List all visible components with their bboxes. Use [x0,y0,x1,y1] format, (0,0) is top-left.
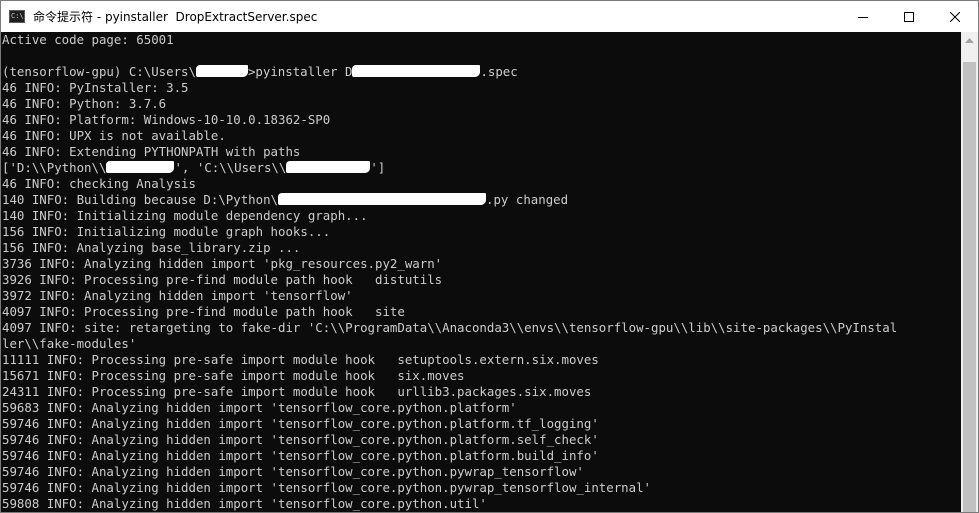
window-title: 命令提示符 - pyinstaller DropExtractServer.sp… [33,10,318,24]
cmd-icon[interactable] [9,10,25,23]
console-line: 59746 INFO: Analyzing hidden import 'ten… [2,416,963,432]
console-text: 15671 INFO: Processing pre-safe import m… [2,368,465,383]
console-text: 3972 INFO: Analyzing hidden import 'tens… [2,288,353,303]
console-text: 11111 INFO: Processing pre-safe import m… [2,352,599,367]
console-text: 156 INFO: Initializing module graph hook… [2,224,331,239]
console-line: 4097 INFO: site: retargeting to fake-dir… [2,320,963,336]
console-line: 59746 INFO: Analyzing hidden import 'ten… [2,432,963,448]
console-line: 15671 INFO: Processing pre-safe import m… [2,368,963,384]
console-output[interactable]: Active code page: 65001 (tensorflow-gpu) … [1,32,963,512]
console-text: 59746 INFO: Analyzing hidden import 'ten… [2,480,652,495]
scrollbar-thumb[interactable] [963,62,976,512]
command-prompt-window: 命令提示符 - pyinstaller DropExtractServer.sp… [0,0,979,513]
console-text: 24311 INFO: Processing pre-safe import m… [2,384,592,399]
console-line: ['D:\\Python\\ ', 'C:\\Users\\ '] [2,160,963,176]
console-line: 156 INFO: Initializing module graph hook… [2,224,963,240]
console-text: 3926 INFO: Processing pre-find module pa… [2,272,443,287]
console-text: Active code page: 65001 [2,32,174,47]
maximize-icon [904,11,914,22]
redaction-mark [106,161,175,173]
console-line: 140 INFO: Initializing module dependency… [2,208,963,224]
redaction-mark [352,65,481,77]
console-line: 59683 INFO: Analyzing hidden import 'ten… [2,400,963,416]
console-text: 46 INFO: Python: 3.7.6 [2,96,167,111]
console-text: (tensorflow-gpu) C:\Users\ [2,64,196,79]
console-line: 46 INFO: Extending PYTHONPATH with paths [2,144,963,160]
console-lines: Active code page: 65001 (tensorflow-gpu) … [1,32,963,512]
console-line: 3736 INFO: Analyzing hidden import 'pkg_… [2,256,963,272]
console-text: 3736 INFO: Analyzing hidden import 'pkg_… [2,256,443,271]
console-text: 46 INFO: UPX is not available. [2,128,226,143]
console-line: 3972 INFO: Analyzing hidden import 'tens… [2,288,963,304]
console-line: 46 INFO: UPX is not available. [2,128,963,144]
minimize-icon [858,16,868,18]
console-line: 4097 INFO: Processing pre-find module pa… [2,304,963,320]
scroll-up-arrow-icon [965,38,974,43]
scroll-up-button[interactable] [961,32,978,49]
console-text: .spec [480,64,518,79]
console-line: 59746 INFO: Analyzing hidden import 'ten… [2,448,963,464]
console-line: 46 INFO: Python: 3.7.6 [2,96,963,112]
console-text: 140 INFO: Initializing module dependency… [2,208,368,223]
console-text: 46 INFO: checking Analysis [2,176,196,191]
console-line: ler\\fake-modules' [2,336,963,352]
console-text: ', 'C:\\Users\\ [174,160,287,175]
console-line: 59808 INFO: Analyzing hidden import 'ten… [2,496,963,512]
console-line: Active code page: 65001 [2,32,963,48]
console-line: 11111 INFO: Processing pre-safe import m… [2,352,963,368]
console-text: 46 INFO: Platform: Windows-10-10.0.18362… [2,112,331,127]
console-text: 4097 INFO: Processing pre-find module pa… [2,304,405,319]
console-line: (tensorflow-gpu) C:\Users\ >pyinstaller D… [2,64,963,80]
console-text: 59746 INFO: Analyzing hidden import 'ten… [2,416,599,431]
console-text: 59746 INFO: Analyzing hidden import 'ten… [2,432,599,447]
console-line: 46 INFO: checking Analysis [2,176,963,192]
console-text: 4097 INFO: site: retargeting to fake-dir… [2,320,898,335]
console-text: .py changed [486,192,569,207]
console-line: 59746 INFO: Analyzing hidden import 'ten… [2,480,963,496]
console-text: 156 INFO: Analyzing base_library.zip ... [2,240,301,255]
redaction-mark [278,193,487,205]
console-line: 3926 INFO: Processing pre-find module pa… [2,272,963,288]
console-line: 59746 INFO: Analyzing hidden import 'ten… [2,464,963,480]
redaction-mark [286,161,371,173]
console-text: 46 INFO: PyInstaller: 3.5 [2,80,189,95]
close-icon [950,11,960,22]
vertical-scrollbar[interactable] [961,32,978,512]
console-text: 59746 INFO: Analyzing hidden import 'ten… [2,448,599,463]
title-bar[interactable]: 命令提示符 - pyinstaller DropExtractServer.sp… [1,1,978,32]
console-text: 59683 INFO: Analyzing hidden import 'ten… [2,400,517,415]
close-button[interactable] [932,1,978,32]
console-line: 46 INFO: PyInstaller: 3.5 [2,80,963,96]
window-controls [840,1,978,32]
console-text: >pyinstaller D [247,64,353,79]
console-line: 46 INFO: Platform: Windows-10-10.0.18362… [2,112,963,128]
console-text: ['D:\\Python\\ [2,160,107,175]
console-text: 140 INFO: Building because D:\Python\ [2,192,279,207]
console-text: ler\\fake-modules' [2,336,137,351]
redaction-mark [195,65,248,77]
maximize-button[interactable] [886,1,932,32]
console-line: 156 INFO: Analyzing base_library.zip ... [2,240,963,256]
minimize-button[interactable] [840,1,886,32]
console-text: 59808 INFO: Analyzing hidden import 'ten… [2,496,487,511]
console-text: '] [370,160,386,175]
console-text: 59746 INFO: Analyzing hidden import 'ten… [2,464,584,479]
console-text: 46 INFO: Extending PYTHONPATH with paths [2,144,301,159]
console-line: 24311 INFO: Processing pre-safe import m… [2,384,963,400]
console-line: 140 INFO: Building because D:\Python\ .py… [2,192,963,208]
